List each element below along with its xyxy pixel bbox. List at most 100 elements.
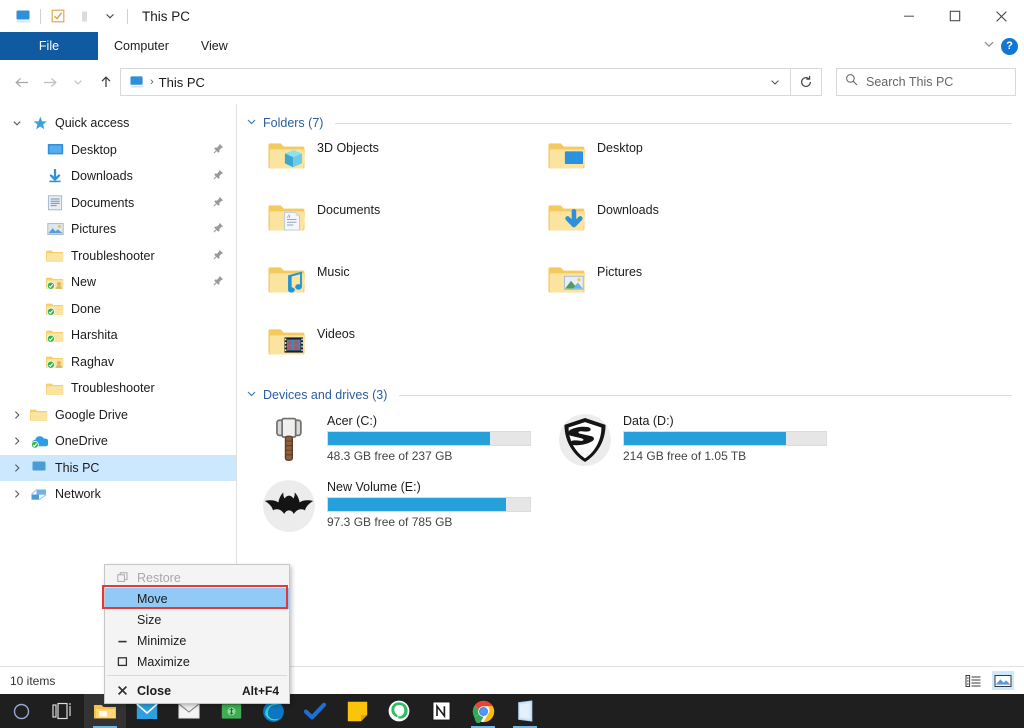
pin-icon[interactable]	[213, 169, 224, 183]
pin-icon[interactable]	[213, 275, 224, 289]
sidebar-item-documents[interactable]: Documents	[0, 190, 236, 217]
sidebar-item-troubleshooter[interactable]: Troubleshooter	[0, 375, 236, 402]
chevron-right-icon[interactable]	[6, 463, 28, 473]
new-folder-icon[interactable]	[71, 4, 97, 28]
chrome-icon[interactable]	[462, 694, 504, 728]
sidebar-item-harshita[interactable]: Harshita	[0, 322, 236, 349]
checkmark-icon[interactable]	[294, 694, 336, 728]
sidebar-item-pictures[interactable]: Pictures	[0, 216, 236, 243]
window-controls	[886, 0, 1024, 32]
large-icons-view-button[interactable]	[992, 671, 1014, 690]
drive-free-space-label: 97.3 GB free of 785 GB	[327, 515, 531, 529]
tab-view[interactable]: View	[185, 32, 244, 60]
breadcrumb-current[interactable]: This PC	[159, 75, 205, 90]
folder-item[interactable]: Music	[245, 260, 525, 322]
context-menu-item-close[interactable]: CloseAlt+F4	[105, 680, 289, 701]
view-toggle-group	[962, 667, 1014, 694]
folders-group-header[interactable]: Folders (7)	[245, 116, 1012, 130]
context-menu-item-minimize[interactable]: Minimize	[105, 630, 289, 651]
pin-icon[interactable]	[213, 196, 224, 210]
drive-item[interactable]: New Volume (E:) 97.3 GB free of 785 GB	[245, 474, 541, 540]
sidebar-item-desktop[interactable]: Desktop	[0, 137, 236, 164]
drive-capacity-fill	[624, 432, 786, 445]
refresh-button[interactable]	[791, 68, 822, 96]
properties-checkbox-icon[interactable]	[45, 4, 71, 28]
context-menu-item-maximize[interactable]: Maximize	[105, 651, 289, 672]
context-menu-item-move[interactable]: Move	[105, 588, 289, 609]
task-view-icon[interactable]	[42, 694, 84, 728]
folder-item[interactable]: Pictures	[525, 260, 805, 322]
help-icon[interactable]: ?	[1001, 38, 1018, 55]
folder-item-label: Downloads	[597, 200, 659, 217]
sidebar-item-new[interactable]: New	[0, 269, 236, 296]
restore-window-icon	[111, 572, 133, 583]
folder-item-label: 3D Objects	[317, 138, 379, 155]
folder-item[interactable]: 3D Objects	[245, 136, 525, 198]
sidebar-item-onedrive[interactable]: OneDrive	[0, 428, 236, 455]
chevron-down-icon[interactable]	[983, 37, 995, 55]
this-pc-icon[interactable]	[10, 4, 36, 28]
folder-item[interactable]: Desktop	[525, 136, 805, 198]
folder-item[interactable]: Downloads	[525, 198, 805, 260]
sidebar-item-troubleshooter[interactable]: Troubleshooter	[0, 243, 236, 270]
evernote-elephant-icon[interactable]	[378, 694, 420, 728]
this-pc-icon	[129, 75, 145, 89]
drive-free-space-label: 214 GB free of 1.05 TB	[623, 449, 827, 463]
sticky-note-icon[interactable]	[336, 694, 378, 728]
address-bar: › This PC Search This PC	[0, 60, 1024, 104]
up-button[interactable]	[92, 67, 120, 97]
chevron-down-icon[interactable]	[245, 116, 257, 130]
drive-item[interactable]: Acer (C:)48.3 GB free of 237 GB	[245, 408, 541, 474]
folder-icon	[44, 380, 66, 397]
chevron-right-icon[interactable]	[6, 410, 28, 420]
sidebar-item-quick-access[interactable]: Quick access	[0, 110, 236, 137]
this-pc-icon	[28, 460, 50, 475]
drives-group-header[interactable]: Devices and drives (3)	[245, 388, 1012, 402]
drive-capacity-fill	[328, 498, 506, 511]
downloads-icon	[44, 169, 66, 184]
breadcrumb-bar[interactable]: › This PC	[120, 68, 791, 96]
tab-computer[interactable]: Computer	[98, 32, 185, 60]
pin-icon[interactable]	[213, 249, 224, 263]
cortana-circle-icon[interactable]	[0, 694, 42, 728]
chevron-right-icon[interactable]	[6, 436, 28, 446]
sidebar-item-network[interactable]: Network	[0, 481, 236, 508]
pin-icon[interactable]	[213, 222, 224, 236]
notion-icon[interactable]	[420, 694, 462, 728]
pin-icon[interactable]	[213, 143, 224, 157]
context-menu-item-size[interactable]: Size	[105, 609, 289, 630]
recent-locations-button[interactable]	[64, 67, 92, 97]
folder-music-icon	[267, 262, 307, 296]
search-input[interactable]: Search This PC	[866, 75, 953, 89]
sidebar-item-label: Documents	[71, 196, 134, 210]
context-menu-item-label: Move	[137, 592, 168, 606]
drive-item[interactable]: Data (D:)214 GB free of 1.05 TB	[541, 408, 837, 474]
sidebar-item-google-drive[interactable]: Google Drive	[0, 402, 236, 429]
sidebar-item-done[interactable]: Done	[0, 296, 236, 323]
drive-label: New Volume (E:)	[327, 480, 531, 494]
sidebar-item-downloads[interactable]: Downloads	[0, 163, 236, 190]
sidebar-item-label: Pictures	[71, 222, 116, 236]
minimize-button[interactable]	[886, 0, 932, 32]
folders-group-title: Folders (7)	[263, 116, 323, 130]
sidebar-item-label: Raghav	[71, 355, 114, 369]
sidebar-item-this-pc[interactable]: This PC	[0, 455, 236, 482]
breadcrumb-separator: ›	[150, 76, 154, 88]
chevron-down-icon[interactable]	[245, 388, 257, 402]
tab-file[interactable]: File	[0, 32, 98, 60]
chevron-down-icon[interactable]	[6, 118, 28, 128]
word-icon[interactable]	[504, 694, 546, 728]
details-view-button[interactable]	[962, 671, 984, 690]
folder-item[interactable]: Videos	[245, 322, 525, 384]
back-button[interactable]	[8, 67, 36, 97]
chevron-down-icon[interactable]	[764, 70, 786, 94]
folder-item[interactable]: ADocuments	[245, 198, 525, 260]
sidebar-item-raghav[interactable]: Raghav	[0, 349, 236, 376]
forward-button[interactable]	[36, 67, 64, 97]
sidebar-item-label: New	[71, 275, 96, 289]
close-button[interactable]	[978, 0, 1024, 32]
search-box[interactable]: Search This PC	[836, 68, 1016, 96]
chevron-right-icon[interactable]	[6, 489, 28, 499]
maximize-button[interactable]	[932, 0, 978, 32]
chevron-down-icon[interactable]	[97, 4, 123, 28]
